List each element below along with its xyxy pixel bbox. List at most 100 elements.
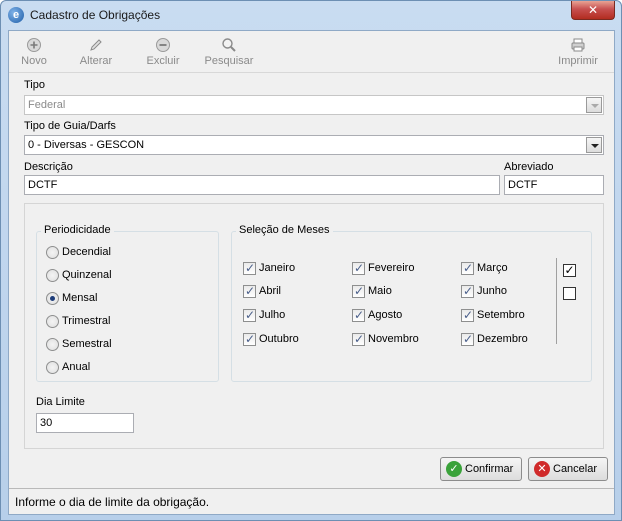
options-panel: Periodicidade Decendial Quinzenal Mensal… <box>24 203 604 449</box>
radio-trimestral[interactable]: Trimestral <box>46 314 110 328</box>
guia-value: 0 - Diversas - GESCON <box>28 139 145 151</box>
radio-button-selected[interactable] <box>46 291 59 305</box>
checkbox-dezembro[interactable]: Dezembro <box>461 332 528 346</box>
vertical-divider <box>556 258 557 344</box>
check-icon: ✓ <box>446 461 462 477</box>
radio-label: Anual <box>62 361 91 373</box>
checkbox-fevereiro[interactable]: Fevereiro <box>352 261 414 275</box>
chevron-down-icon[interactable] <box>586 137 602 153</box>
checkbox[interactable] <box>461 284 474 298</box>
radio-button[interactable] <box>46 245 59 259</box>
app-icon: e <box>8 7 24 23</box>
checkbox-janeiro[interactable]: Janeiro <box>243 261 295 275</box>
pesquisar-label: Pesquisar <box>204 55 254 67</box>
printer-icon <box>571 38 585 52</box>
checkbox-julho[interactable]: Julho <box>243 308 285 322</box>
delete-icon <box>156 38 170 52</box>
checkbox-label: Dezembro <box>477 333 528 345</box>
radio-quinzenal[interactable]: Quinzenal <box>46 268 112 282</box>
checkbox[interactable] <box>243 284 256 298</box>
novo-label: Novo <box>21 55 47 67</box>
checkbox-label: Setembro <box>477 309 525 321</box>
chevron-down-icon[interactable] <box>586 97 602 113</box>
close-button[interactable]: ✕ <box>571 1 615 20</box>
checkbox[interactable] <box>352 261 365 275</box>
radio-label: Decendial <box>62 246 111 258</box>
alterar-button[interactable]: Alterar <box>76 37 116 67</box>
checkbox[interactable] <box>461 261 474 275</box>
pesquisar-button[interactable]: Pesquisar <box>203 37 255 67</box>
clear-all-checkbox[interactable] <box>563 287 576 300</box>
abreviado-input[interactable]: DCTF <box>504 175 604 195</box>
guia-select[interactable]: 0 - Diversas - GESCON <box>24 135 604 155</box>
checkbox[interactable] <box>243 308 256 322</box>
radio-button[interactable] <box>46 337 59 351</box>
checkbox[interactable] <box>461 308 474 322</box>
radio-semestral[interactable]: Semestral <box>46 337 112 351</box>
imprimir-label: Imprimir <box>558 55 598 67</box>
novo-button[interactable]: Novo <box>19 37 49 67</box>
status-bar: Informe o dia de limite da obrigação. <box>9 488 614 514</box>
radio-anual[interactable]: Anual <box>46 360 90 374</box>
cancelar-button[interactable]: ✕ Cancelar <box>528 457 608 481</box>
radio-button[interactable] <box>46 314 59 328</box>
pencil-icon <box>90 39 102 51</box>
checkbox-label: Novembro <box>368 333 419 345</box>
radio-button[interactable] <box>46 268 59 282</box>
radio-decendial[interactable]: Decendial <box>46 245 111 259</box>
checkbox[interactable] <box>352 308 365 322</box>
tipo-value: Federal <box>28 99 66 111</box>
excluir-button[interactable]: Excluir <box>143 37 183 67</box>
imprimir-button[interactable]: Imprimir <box>553 37 603 67</box>
checkbox-marco[interactable]: Março <box>461 261 508 275</box>
checkbox[interactable] <box>352 332 365 346</box>
excluir-label: Excluir <box>146 55 180 67</box>
checkbox-label: Março <box>477 262 508 274</box>
checkbox[interactable] <box>352 284 365 298</box>
radio-label: Quinzenal <box>62 269 112 281</box>
checkbox-label: Julho <box>259 309 286 321</box>
meses-title: Seleção de Meses <box>236 224 333 236</box>
checkbox-agosto[interactable]: Agosto <box>352 308 402 322</box>
radio-label: Mensal <box>62 292 98 304</box>
descricao-label: Descrição <box>24 161 73 173</box>
status-text: Informe o dia de limite da obrigação. <box>15 495 210 509</box>
tipo-select[interactable]: Federal <box>24 95 604 115</box>
radio-button[interactable] <box>46 360 59 374</box>
checkbox[interactable] <box>461 332 474 346</box>
checkbox-label: Outubro <box>259 333 299 345</box>
checkbox-abril[interactable]: Abril <box>243 284 281 298</box>
checkbox-label: Agosto <box>368 309 403 321</box>
radio-label: Semestral <box>62 338 112 350</box>
checkbox[interactable] <box>243 261 256 275</box>
select-all-checkbox[interactable]: ✓ <box>563 264 576 277</box>
radio-mensal[interactable]: Mensal <box>46 291 97 305</box>
checkbox-label: Fevereiro <box>368 262 415 274</box>
window-title: Cadastro de Obrigações <box>30 8 161 22</box>
radio-label: Trimestral <box>62 315 111 327</box>
guia-label: Tipo de Guia/Darfs <box>24 120 116 132</box>
descricao-input[interactable]: DCTF <box>24 175 500 195</box>
tipo-label: Tipo <box>24 79 45 91</box>
checkbox[interactable] <box>243 332 256 346</box>
checkbox-setembro[interactable]: Setembro <box>461 308 525 322</box>
checkbox-maio[interactable]: Maio <box>352 284 392 298</box>
add-icon <box>27 38 41 52</box>
search-icon <box>222 38 236 52</box>
alterar-label: Alterar <box>79 55 113 67</box>
checkbox-novembro[interactable]: Novembro <box>352 332 419 346</box>
cancel-icon: ✕ <box>534 461 550 477</box>
abreviado-label: Abreviado <box>504 161 554 173</box>
meses-group: Seleção de Meses Janeiro Fevereiro Março… <box>231 224 592 382</box>
dia-limite-input[interactable]: 30 <box>36 413 134 433</box>
dialog-body: Novo Alterar Excluir Pesquisar Imprimir … <box>8 30 615 515</box>
checkbox-label: Abril <box>259 285 282 297</box>
dialog-window: e Cadastro de Obrigações ✕ Novo Alterar <box>0 0 622 521</box>
checkbox-label: Junho <box>477 285 507 297</box>
checkbox-outubro[interactable]: Outubro <box>243 332 299 346</box>
title-bar[interactable]: e Cadastro de Obrigações ✕ <box>1 1 621 29</box>
confirmar-button[interactable]: ✓ Confirmar <box>440 457 522 481</box>
checkbox-label: Maio <box>368 285 392 297</box>
confirmar-label: Confirmar <box>465 463 514 475</box>
checkbox-junho[interactable]: Junho <box>461 284 507 298</box>
